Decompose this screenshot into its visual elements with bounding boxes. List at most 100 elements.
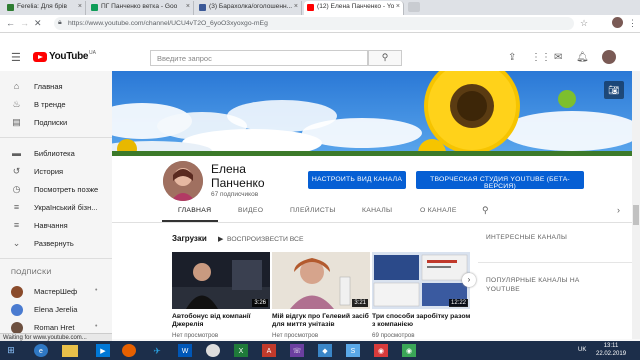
- sidebar-item-home[interactable]: ⌂ Главная: [0, 79, 112, 95]
- close-load-icon[interactable]: ✕: [34, 18, 42, 29]
- tab-label: (12) Елена Панченко - Yo: [317, 3, 395, 10]
- tab-label: ПГ Панченко ветка - Goo: [101, 3, 178, 10]
- media-player-icon[interactable]: ▶: [96, 344, 110, 357]
- chevron-right-icon: ›: [467, 275, 471, 284]
- excel-icon[interactable]: X: [234, 344, 248, 357]
- sidebar-item-trending[interactable]: ♨ В тренде: [0, 97, 112, 113]
- sidebar-item-subscriptions[interactable]: ▤ Подписки: [0, 115, 112, 131]
- browser-tab-3[interactable]: (3) Барахолка/оголошенн... ×: [196, 1, 302, 15]
- tab-label: (3) Барахолка/оголошенн...: [209, 3, 293, 10]
- tab-favicon: [91, 4, 98, 11]
- star-icon[interactable]: ☆: [580, 18, 588, 29]
- firefox-icon[interactable]: [122, 344, 136, 357]
- divider: [478, 262, 632, 263]
- avatar: [11, 286, 23, 298]
- video-duration: 3:26: [252, 299, 268, 307]
- clock-icon: ◷: [12, 184, 21, 194]
- video-title[interactable]: Автобонус від компанії Джерелія: [172, 313, 272, 329]
- scrollbar[interactable]: [632, 71, 640, 339]
- video-thumbnail[interactable]: 12:22: [372, 252, 470, 309]
- close-icon[interactable]: ×: [294, 3, 298, 10]
- app-icon[interactable]: ◆: [318, 344, 332, 357]
- subscription-label: Roman Hret: [34, 323, 75, 332]
- tab-favicon: [7, 4, 14, 11]
- system-clock[interactable]: 13:11 22.02.2019: [596, 342, 626, 358]
- messages-icon[interactable]: ✉: [554, 52, 562, 63]
- sidebar-item-label: Библиотека: [34, 149, 75, 158]
- channel-search-icon[interactable]: ⚲: [482, 205, 489, 216]
- browser-profile-icon[interactable]: [612, 17, 623, 30]
- browser-tab-bar: Ferelia: Для брів × ПГ Панченко ветка - …: [0, 0, 640, 15]
- interesting-channels-header: ИНТЕРЕСНЫЕ КАНАЛЫ: [486, 234, 568, 241]
- youtube-logo-text[interactable]: YouTube: [49, 51, 89, 62]
- viber-icon[interactable]: ☏: [290, 344, 304, 357]
- hamburger-icon[interactable]: ☰: [11, 51, 21, 64]
- playlist-icon: ≡: [13, 202, 20, 212]
- channel-avatar[interactable]: [163, 161, 203, 201]
- video-views: Нет просмотров: [272, 332, 319, 339]
- video-title[interactable]: Три способи заробітку разом з компанією: [372, 313, 472, 329]
- sidebar-item-playlist-learning[interactable]: ≡ Навчання: [0, 218, 112, 234]
- new-tab-button[interactable]: [408, 2, 420, 12]
- region-label: UA: [89, 50, 96, 56]
- app-icon[interactable]: ◉: [402, 344, 416, 357]
- video-thumbnail[interactable]: 3:26: [172, 252, 270, 309]
- notifications-icon[interactable]: 🔔︎: [576, 52, 589, 63]
- apps-icon[interactable]: ⋮⋮: [531, 52, 551, 63]
- pdf-icon[interactable]: A: [262, 344, 276, 357]
- tab-channels[interactable]: КАНАЛЫ: [362, 207, 392, 214]
- tab-label: Ferelia: Для брів: [17, 3, 67, 10]
- sidebar-item-history[interactable]: ↺ История: [0, 164, 112, 180]
- account-avatar[interactable]: [602, 50, 616, 64]
- menu-icon[interactable]: ⋮: [628, 18, 637, 29]
- chrome-icon[interactable]: [206, 344, 220, 357]
- browser-tab-4[interactable]: (12) Елена Панченко - Yo ×: [304, 1, 404, 15]
- tab-about[interactable]: О КАНАЛЕ: [420, 207, 457, 214]
- language-indicator[interactable]: UK: [578, 347, 586, 353]
- url-field[interactable]: 🔒︎ https://www.youtube.com/channel/UCU4v…: [54, 17, 574, 30]
- telegram-icon[interactable]: ✈: [150, 344, 164, 357]
- sidebar-item-library[interactable]: ▬ Библиотека: [0, 146, 112, 162]
- studio-button[interactable]: ТВОРЧЕСКАЯ СТУДИЯ YOUTUBE (БЕТА-ВЕРСИЯ): [416, 171, 584, 190]
- tab-home[interactable]: ГЛАВНАЯ: [178, 207, 211, 214]
- next-arrow-button[interactable]: ›: [462, 273, 476, 287]
- camera-icon[interactable]: 📷︎: [604, 81, 624, 99]
- sidebar-item-label: Подписки: [34, 118, 68, 127]
- tab-videos[interactable]: ВИДЕО: [238, 207, 263, 214]
- skype-icon[interactable]: S: [346, 344, 360, 357]
- subscription-item[interactable]: Elena Jerelia: [0, 302, 112, 318]
- upload-icon[interactable]: ⇪: [508, 52, 516, 63]
- close-icon[interactable]: ×: [186, 3, 190, 10]
- search-input[interactable]: Введите запрос: [150, 50, 368, 66]
- app-icon[interactable]: ◉: [374, 344, 388, 357]
- sidebar-item-watch-later[interactable]: ◷ Посмотреть позже: [0, 182, 112, 198]
- customize-channel-button[interactable]: НАСТРОИТЬ ВИД КАНАЛА: [308, 171, 406, 189]
- clock-time: 13:11: [603, 343, 619, 349]
- video-thumbnail[interactable]: 3:21: [272, 252, 370, 309]
- youtube-logo-icon[interactable]: [33, 52, 47, 62]
- fire-icon: ♨: [12, 99, 21, 109]
- word-icon[interactable]: W: [178, 344, 192, 357]
- back-icon[interactable]: ←: [6, 18, 15, 28]
- video-title[interactable]: Мій відгук про Гелевий засіб для миття у…: [272, 313, 372, 329]
- chevron-right-icon[interactable]: ›: [617, 205, 620, 215]
- sidebar-item-label: История: [34, 167, 64, 176]
- search-button[interactable]: ⚲: [368, 50, 402, 66]
- close-icon[interactable]: ×: [396, 3, 400, 10]
- browser-tab-2[interactable]: ПГ Панченко ветка - Goo ×: [88, 1, 194, 15]
- start-icon[interactable]: ⊞: [2, 343, 20, 358]
- scrollbar-thumb[interactable]: [633, 205, 639, 225]
- popular-channels-header[interactable]: ПОПУЛЯРНЫЕ КАНАЛЫ НА YOUTUBE: [486, 276, 582, 294]
- folder-icon[interactable]: [62, 345, 78, 357]
- sidebar-item-playlist-ukr[interactable]: ≡ Український бізн...: [0, 200, 112, 216]
- sidebar-item-expand[interactable]: ⌄ Развернуть: [0, 236, 112, 252]
- close-icon[interactable]: ×: [78, 3, 82, 10]
- tab-playlists[interactable]: ПЛЕЙЛИСТЫ: [290, 207, 336, 214]
- subscriptions-icon: ▤: [12, 117, 21, 127]
- browser-taskbar-icon[interactable]: e: [34, 344, 48, 357]
- play-all-button[interactable]: ▶ ВОСПРОИЗВЕСТИ ВСЕ: [218, 235, 304, 243]
- forward-icon[interactable]: →: [20, 18, 29, 28]
- browser-tab-1[interactable]: Ferelia: Для брів ×: [4, 1, 86, 15]
- video-duration: 12:22: [448, 299, 468, 307]
- uploads-title[interactable]: Загрузки: [172, 234, 207, 243]
